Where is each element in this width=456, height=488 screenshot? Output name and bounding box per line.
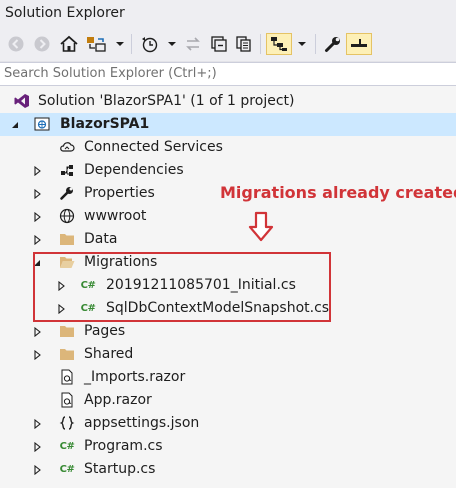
track-active-item-icon (271, 37, 287, 51)
down-arrow-icon (248, 211, 274, 247)
tree-row-imports-razor[interactable]: _Imports.razor (0, 366, 456, 389)
tree-row-app-razor[interactable]: App.razor (0, 389, 456, 412)
csharp-file-icon: C# (59, 440, 75, 452)
json-file-icon (59, 415, 75, 431)
cloud-icon (59, 139, 75, 155)
toolbar-separator (131, 34, 132, 54)
folder-icon (59, 231, 75, 247)
razor-file-icon (59, 392, 75, 408)
chevron-down-icon (298, 42, 306, 46)
solution-label: Solution 'BlazorSPA1' (1 of 1 project) (38, 93, 295, 109)
tree-item-label: Startup.cs (84, 461, 156, 477)
folder-icon (59, 323, 75, 339)
switch-views-dropdown[interactable] (114, 33, 126, 55)
tree-row-dependencies[interactable]: Dependencies (0, 159, 456, 182)
visual-studio-solution-icon (14, 93, 30, 109)
collapsed-arrow-icon[interactable] (31, 343, 43, 366)
home-button[interactable] (58, 33, 80, 55)
collapsed-arrow-icon[interactable] (31, 412, 43, 435)
window-title: Solution Explorer (0, 0, 456, 26)
collapsed-arrow-icon[interactable] (31, 205, 43, 228)
tree-item-label: appsettings.json (84, 415, 200, 431)
expand-arrow-icon[interactable] (9, 113, 21, 136)
tree-item-label: App.razor (84, 392, 152, 408)
tree-item-label: Pages (84, 323, 126, 339)
preview-selected-items-button[interactable] (346, 33, 372, 55)
switch-views-button[interactable] (84, 33, 110, 55)
track-dropdown[interactable] (296, 33, 308, 55)
collapsed-arrow-icon[interactable] (31, 182, 43, 205)
tree-item-label: _Imports.razor (84, 369, 186, 385)
tree-row-startup-cs[interactable]: C# Startup.cs (0, 458, 456, 481)
collapse-all-icon (211, 36, 227, 52)
collapsed-arrow-icon[interactable] (31, 228, 43, 251)
sync-button[interactable] (182, 33, 204, 55)
preview-icon (351, 39, 367, 47)
collapsed-arrow-icon[interactable] (31, 320, 43, 343)
tree-item-label: Program.cs (84, 438, 163, 454)
dependencies-icon (59, 162, 75, 178)
show-all-files-button[interactable] (233, 33, 255, 55)
tree-row-shared[interactable]: Shared (0, 343, 456, 366)
chevron-down-icon (168, 42, 176, 46)
web-project-icon (34, 116, 50, 132)
tree-row-appsettings[interactable]: appsettings.json (0, 412, 456, 435)
properties-button[interactable] (322, 33, 344, 55)
forward-button[interactable] (32, 33, 52, 55)
tree-row-connected-services[interactable]: Connected Services (0, 136, 456, 159)
search-input[interactable]: Search Solution Explorer (Ctrl+;) (0, 62, 456, 86)
collapsed-arrow-icon[interactable] (31, 435, 43, 458)
collapsed-arrow-icon[interactable] (31, 159, 43, 182)
show-all-files-icon (236, 36, 251, 52)
razor-file-icon (59, 369, 75, 385)
pending-changes-dropdown[interactable] (166, 33, 178, 55)
tree-row-program-cs[interactable]: C# Program.cs (0, 435, 456, 458)
toolbar (0, 26, 456, 62)
back-button[interactable] (6, 33, 26, 55)
tree-row-solution[interactable]: Solution 'BlazorSPA1' (1 of 1 project) (0, 90, 456, 113)
home-icon (60, 35, 78, 52)
pending-changes-filter-button[interactable] (138, 33, 162, 55)
tree-item-label: Dependencies (84, 162, 184, 178)
back-arrow-icon (8, 36, 24, 52)
track-active-item-button[interactable] (266, 33, 292, 55)
folder-icon (59, 346, 75, 362)
toolbar-separator (260, 34, 261, 54)
toolbar-separator (315, 34, 316, 54)
tree-item-label: Data (84, 231, 118, 247)
tree-item-label: Properties (84, 185, 155, 201)
tree-item-label: wwwroot (84, 208, 147, 224)
tree-row-project[interactable]: BlazorSPA1 (0, 113, 456, 136)
clock-filter-icon (142, 37, 158, 53)
wrench-icon (325, 37, 340, 52)
project-label: BlazorSPA1 (60, 116, 150, 132)
migrations-highlight-box (33, 252, 331, 322)
sync-icon (186, 37, 200, 51)
tree-item-label: Connected Services (84, 139, 223, 155)
tree-item-label: Shared (84, 346, 134, 362)
annotation-text: Migrations already created (220, 183, 456, 202)
collapse-all-button[interactable] (208, 33, 230, 55)
chevron-down-icon (116, 42, 124, 46)
globe-icon (59, 208, 75, 224)
tree-row-data[interactable]: Data (0, 228, 456, 251)
switch-views-icon (87, 37, 106, 52)
tree-row-wwwroot[interactable]: wwwroot (0, 205, 456, 228)
wrench-icon (59, 185, 75, 201)
tree-row-pages[interactable]: Pages (0, 320, 456, 343)
collapsed-arrow-icon[interactable] (31, 458, 43, 481)
csharp-file-icon: C# (59, 463, 75, 475)
forward-arrow-icon (34, 36, 50, 52)
